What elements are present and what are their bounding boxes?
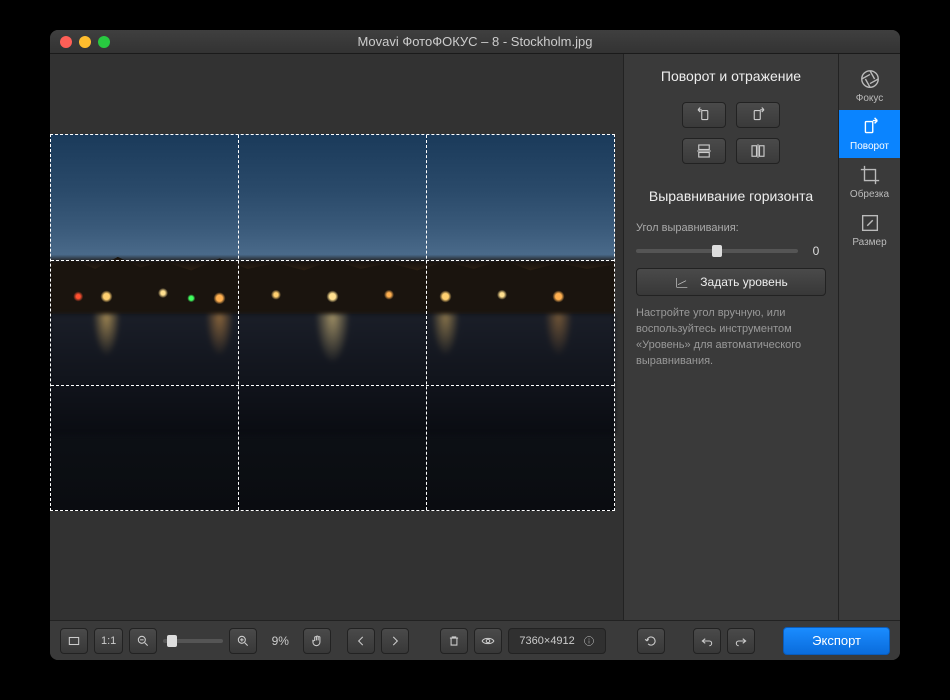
tool-crop-label: Обрезка xyxy=(850,189,889,200)
pan-hand-button[interactable] xyxy=(303,628,331,654)
hand-icon xyxy=(310,634,324,648)
rotate-grid-overlay[interactable] xyxy=(50,134,615,511)
undo-button[interactable] xyxy=(693,628,721,654)
export-label: Экспорт xyxy=(812,633,861,648)
next-image-button[interactable] xyxy=(381,628,409,654)
window-maximize-button[interactable] xyxy=(98,36,110,48)
chevron-left-icon xyxy=(354,634,368,648)
trash-icon xyxy=(447,634,461,648)
delete-button[interactable] xyxy=(440,628,468,654)
flip-vertical-icon xyxy=(695,142,713,160)
actual-size-label: 1:1 xyxy=(101,635,116,647)
tool-focus[interactable]: Фокус xyxy=(839,62,901,110)
zoom-percent: 9% xyxy=(263,634,297,648)
window-close-button[interactable] xyxy=(60,36,72,48)
fit-screen-button[interactable] xyxy=(60,628,88,654)
rotate-icon xyxy=(859,116,881,138)
dimensions-badge: 7360×4912 xyxy=(508,628,605,654)
zoom-slider-thumb[interactable] xyxy=(167,635,177,647)
app-window: Movavi ФотоФОКУС – 8 - Stockholm.jpg Пов… xyxy=(50,30,900,660)
rotate-left-button[interactable] xyxy=(682,102,726,128)
undo-icon xyxy=(700,634,714,648)
redo-icon xyxy=(734,634,748,648)
aperture-icon xyxy=(859,68,881,90)
level-hint: Настройте угол вручную, или воспользуйте… xyxy=(636,306,826,370)
panel-title-level: Выравнивание горизонта xyxy=(636,188,826,204)
flip-horizontal-icon xyxy=(749,142,767,160)
rotate-left-icon xyxy=(695,106,713,124)
tool-rotate[interactable]: Поворот xyxy=(839,110,901,158)
rotate-right-button[interactable] xyxy=(736,102,780,128)
actual-size-button[interactable]: 1:1 xyxy=(94,628,123,654)
reset-icon xyxy=(644,634,658,648)
window-minimize-button[interactable] xyxy=(79,36,91,48)
flip-vertical-button[interactable] xyxy=(682,138,726,164)
window-title: Movavi ФотоФОКУС – 8 - Stockholm.jpg xyxy=(50,34,900,49)
chevron-right-icon xyxy=(388,634,402,648)
zoom-out-button[interactable] xyxy=(129,628,157,654)
panel-title-rotate: Поворот и отражение xyxy=(636,68,826,84)
zoom-out-icon xyxy=(136,634,150,648)
level-icon xyxy=(674,274,690,290)
fit-screen-icon xyxy=(67,634,81,648)
export-button[interactable]: Экспорт xyxy=(783,627,890,655)
tool-resize[interactable]: Размер xyxy=(839,206,901,254)
angle-slider[interactable] xyxy=(636,249,798,253)
zoom-slider[interactable] xyxy=(163,639,223,643)
reset-button[interactable] xyxy=(637,628,665,654)
redo-button[interactable] xyxy=(727,628,755,654)
canvas-area[interactable] xyxy=(50,54,623,620)
titlebar: Movavi ФотоФОКУС – 8 - Stockholm.jpg xyxy=(50,30,900,54)
eye-icon xyxy=(481,634,495,648)
resize-icon xyxy=(859,212,881,234)
info-icon[interactable] xyxy=(583,635,595,647)
tool-rail: Фокус Поворот Обрезка Размер xyxy=(838,54,900,620)
angle-slider-thumb[interactable] xyxy=(712,245,722,257)
compare-button[interactable] xyxy=(474,628,502,654)
zoom-in-icon xyxy=(236,634,250,648)
set-level-button[interactable]: Задать уровень xyxy=(636,268,826,296)
set-level-label: Задать уровень xyxy=(700,275,787,289)
bottom-toolbar: 1:1 9% xyxy=(50,620,900,660)
angle-value: 0 xyxy=(806,244,826,258)
flip-horizontal-button[interactable] xyxy=(736,138,780,164)
dimensions-text: 7360×4912 xyxy=(519,635,574,647)
tool-rotate-label: Поворот xyxy=(850,141,889,152)
rotate-panel: Поворот и отражение Выравнивание горизон… xyxy=(623,54,838,620)
tool-focus-label: Фокус xyxy=(856,93,884,104)
tool-crop[interactable]: Обрезка xyxy=(839,158,901,206)
crop-icon xyxy=(859,164,881,186)
rotate-right-icon xyxy=(749,106,767,124)
zoom-in-button[interactable] xyxy=(229,628,257,654)
prev-image-button[interactable] xyxy=(347,628,375,654)
angle-label: Угол выравнивания: xyxy=(636,222,826,234)
tool-resize-label: Размер xyxy=(852,237,886,248)
